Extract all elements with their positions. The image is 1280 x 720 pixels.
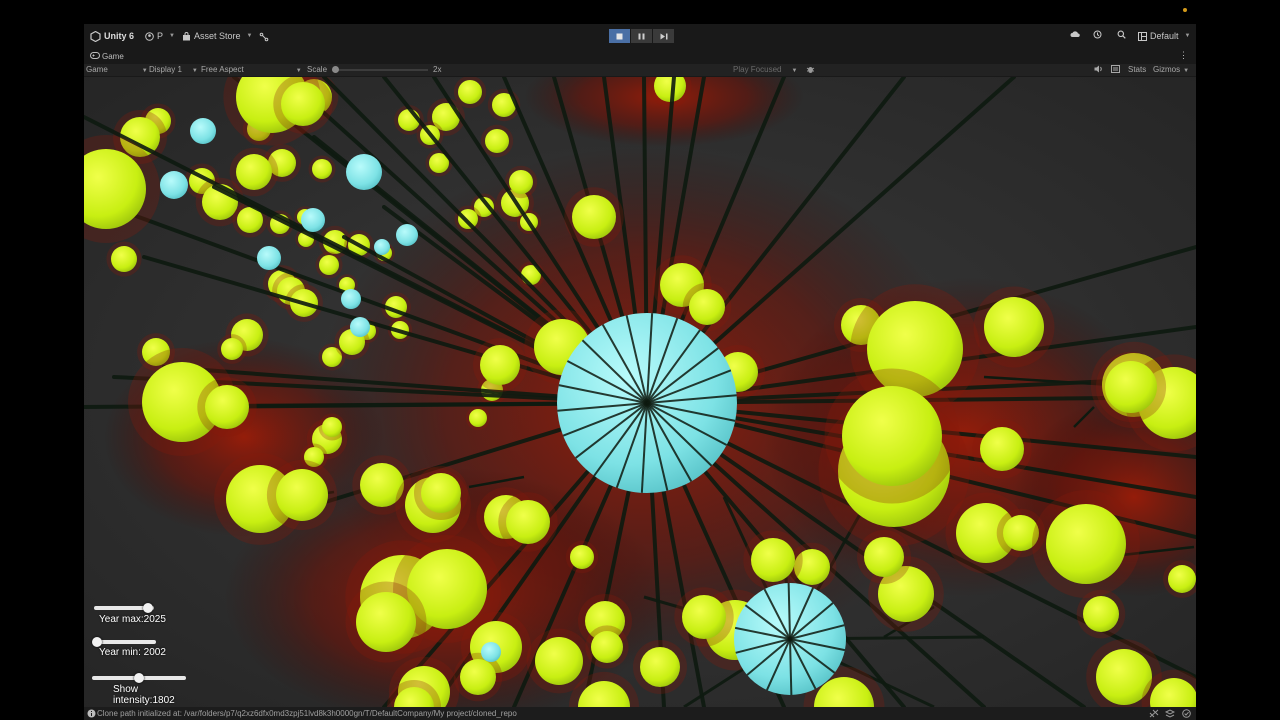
layout-label: Default bbox=[1150, 31, 1179, 41]
game-tab[interactable]: Game ⋮ bbox=[84, 50, 1196, 63]
scale-label: Scale bbox=[307, 65, 328, 74]
play-button[interactable] bbox=[609, 29, 630, 43]
shopping-bag-icon bbox=[183, 32, 190, 41]
game-mode-dropdown[interactable]: Game ▼ bbox=[86, 65, 148, 75]
gizmos-label: Gizmos bbox=[1153, 65, 1181, 74]
version-control-icon bbox=[259, 32, 269, 41]
layout-icon bbox=[1138, 32, 1147, 41]
mute-audio-icon[interactable] bbox=[1094, 65, 1103, 75]
unity-logo-icon bbox=[90, 31, 101, 42]
intensity-slider-knob[interactable] bbox=[134, 673, 144, 683]
step-button[interactable] bbox=[653, 29, 674, 43]
step-forward-icon bbox=[660, 33, 667, 39]
chevron-down-icon: ▼ bbox=[791, 68, 798, 74]
game-tab-label: Game bbox=[102, 52, 124, 61]
stop-icon bbox=[616, 33, 623, 39]
bug-icon[interactable] bbox=[806, 65, 815, 75]
game-view-toolbar: Game ▼ Display 1 ▼ Free Aspect ▼ Scale 2x P… bbox=[84, 64, 1196, 76]
pause-icon bbox=[638, 33, 645, 39]
asset-store-dropdown[interactable]: Asset Store ▼ bbox=[182, 30, 252, 43]
info-icon bbox=[87, 709, 96, 720]
year-max-slider-knob[interactable] bbox=[143, 603, 153, 613]
gizmos-dropdown[interactable]: Gizmos ▼ bbox=[1153, 65, 1189, 75]
search-button[interactable] bbox=[1117, 30, 1126, 39]
unity-menu[interactable]: Unity 6 bbox=[90, 30, 134, 43]
main-toolbar: Unity 6 P ▼ Asset Store ▼ Default ▼ bbox=[84, 24, 1196, 48]
play-focused-label: Play Focused bbox=[733, 65, 782, 74]
history-icon bbox=[1093, 30, 1102, 39]
frame-debugger-icon[interactable] bbox=[1111, 65, 1120, 75]
chevron-down-icon: ▼ bbox=[1184, 33, 1191, 39]
intensity-slider[interactable] bbox=[92, 673, 186, 683]
game-viewport[interactable]: Year max:2025 Year min: 2002 Show intens… bbox=[84, 77, 1196, 707]
check-circle-icon[interactable] bbox=[1182, 709, 1191, 720]
account-dropdown[interactable]: P ▼ bbox=[145, 30, 175, 43]
chevron-down-icon: ▼ bbox=[295, 68, 302, 74]
chevron-down-icon: ▼ bbox=[169, 33, 175, 39]
display-dropdown[interactable]: Display 1 ▼ bbox=[149, 65, 198, 75]
aspect-label: Free Aspect bbox=[201, 65, 244, 74]
version-control-button[interactable] bbox=[259, 30, 269, 43]
chevron-down-icon: ▼ bbox=[246, 33, 253, 39]
play-controls bbox=[609, 29, 674, 43]
status-bar: Clone path initialized at: /var/folders/… bbox=[84, 707, 1196, 720]
more-options-icon[interactable]: ⋮ bbox=[1179, 50, 1188, 61]
search-icon bbox=[1117, 30, 1126, 39]
year-min-slider[interactable] bbox=[92, 637, 156, 647]
unity-editor-window: Unity 6 P ▼ Asset Store ▼ Default ▼ Game… bbox=[84, 24, 1196, 720]
play-focused-dropdown[interactable]: Play Focused ▼ bbox=[733, 65, 797, 75]
year-max-slider[interactable] bbox=[94, 603, 154, 613]
chevron-down-icon: ▼ bbox=[1183, 68, 1190, 74]
scene-render bbox=[84, 77, 1196, 707]
status-message: Clone path initialized at: /var/folders/… bbox=[97, 709, 517, 718]
layout-dropdown[interactable]: Default ▼ bbox=[1138, 30, 1190, 43]
stats-button[interactable]: Stats bbox=[1128, 65, 1146, 75]
cloud-icon bbox=[1070, 31, 1080, 37]
scale-slider-knob[interactable] bbox=[332, 66, 339, 73]
chevron-down-icon: ▼ bbox=[191, 68, 198, 74]
scale-slider[interactable] bbox=[332, 66, 428, 73]
cloud-button[interactable] bbox=[1070, 30, 1080, 38]
history-button[interactable] bbox=[1093, 30, 1102, 39]
scale-value: 2x bbox=[433, 65, 442, 74]
layers-icon[interactable] bbox=[1164, 709, 1176, 720]
game-mode-label: Game bbox=[86, 65, 108, 74]
account-icon bbox=[145, 32, 154, 41]
account-label: P bbox=[157, 31, 164, 41]
display-label: Display 1 bbox=[149, 65, 182, 74]
pause-button[interactable] bbox=[631, 29, 652, 43]
asset-store-label: Asset Store bbox=[194, 31, 241, 41]
unity-version-label: Unity 6 bbox=[104, 31, 135, 41]
notification-dot bbox=[1183, 8, 1187, 12]
aspect-dropdown[interactable]: Free Aspect ▼ bbox=[201, 65, 302, 75]
chevron-down-icon: ▼ bbox=[141, 68, 148, 74]
gamepad-icon bbox=[90, 52, 100, 61]
network-activity-icon[interactable] bbox=[1149, 709, 1159, 720]
